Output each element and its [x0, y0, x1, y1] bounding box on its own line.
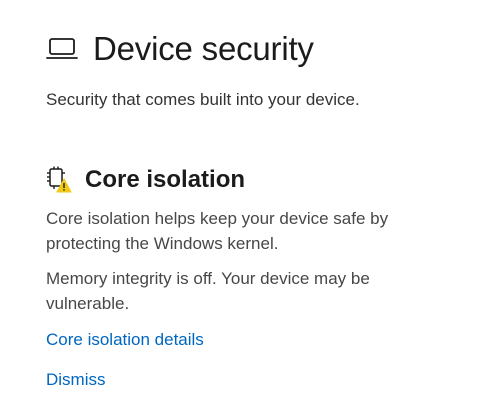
core-isolation-title: Core isolation — [85, 166, 246, 193]
core-isolation-header: Core isolation — [46, 164, 245, 196]
page-subtitle: Security that comes built into your devi… — [46, 90, 360, 109]
core-isolation-warning-icon — [46, 166, 72, 194]
core-isolation-description: Core isolation helps keep your device sa… — [46, 209, 389, 253]
dismiss-link[interactable]: Dismiss — [46, 370, 106, 390]
page-header: Device security — [46, 26, 314, 72]
memory-integrity-status: Memory integrity is off. Your device may… — [46, 269, 370, 313]
core-isolation-details-link[interactable]: Core isolation details — [46, 330, 204, 350]
device-security-page: Device security Security that comes buil… — [0, 0, 477, 415]
laptop-icon — [46, 36, 78, 62]
page-title: Device security — [93, 30, 314, 67]
